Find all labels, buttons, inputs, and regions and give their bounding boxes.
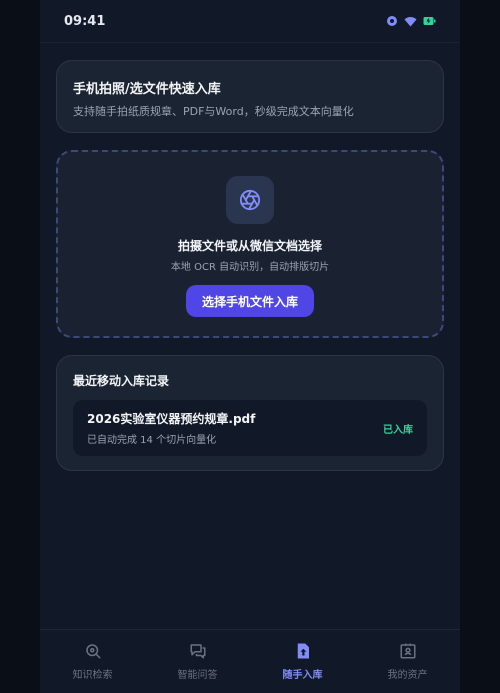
recent-records-card: 最近移动入库记录 2026实验室仪器预约规章.pdf 已自动完成 14 个切片向… (56, 355, 444, 471)
profile-card-icon (400, 643, 415, 659)
record-status-badge: 已入库 (383, 424, 413, 436)
nav-label: 智能问答 (177, 670, 218, 681)
intro-card: 手机拍照/选文件快速入库 支持随手拍纸质规章、PDF与Word，秒级完成文本向量… (56, 60, 444, 133)
upload-title: 拍摄文件或从微信文档选择 (177, 239, 322, 253)
battery-icon (423, 17, 436, 25)
camera-aperture-icon (239, 189, 261, 211)
main-content: 手机拍照/选文件快速入库 支持随手拍纸质规章、PDF与Word，秒级完成文本向量… (40, 43, 460, 471)
nav-item-smart-qa[interactable]: 智能问答 (145, 630, 250, 693)
intro-subtitle: 支持随手拍纸质规章、PDF与Word，秒级完成文本向量化 (73, 105, 354, 118)
search-icon (85, 644, 100, 659)
upload-subtitle: 本地 OCR 自动识别，自动排版切片 (170, 262, 330, 273)
nav-item-knowledge-search[interactable]: 知识检索 (40, 630, 145, 693)
phone-screen: 09:41 手机拍照/选文件快速入库 支持随手拍纸质规章、PDF与Word，秒级… (40, 0, 460, 693)
record-file-name: 2026实验室仪器预约规章.pdf (87, 412, 256, 426)
select-file-button[interactable]: 选择手机文件入库 (185, 285, 314, 317)
record-detail: 已自动完成 14 个切片向量化 (87, 435, 217, 446)
upload-dropzone[interactable]: 拍摄文件或从微信文档选择 本地 OCR 自动识别，自动排版切片 选择手机文件入库 (56, 150, 444, 338)
status-time: 09:41 (64, 13, 106, 29)
status-icons (386, 15, 436, 27)
nav-item-my-assets[interactable]: 我的资产 (355, 630, 460, 693)
nav-label: 知识检索 (72, 670, 113, 681)
record-list-item[interactable]: 2026实验室仪器预约规章.pdf 已自动完成 14 个切片向量化 已入库 (73, 400, 427, 456)
wifi-icon (404, 16, 417, 26)
bottom-navigation: 知识检索 智能问答 随手入库 我的资产 (40, 629, 460, 693)
status-bar: 09:41 (40, 0, 460, 43)
data-signal-icon (387, 16, 397, 26)
intro-title: 手机拍照/选文件快速入库 (73, 82, 221, 97)
nav-label: 随手入库 (282, 670, 323, 681)
chat-icon (190, 644, 205, 659)
nav-label: 我的资产 (387, 670, 428, 681)
upload-file-icon (297, 643, 309, 659)
record-info: 2026实验室仪器预约规章.pdf 已自动完成 14 个切片向量化 (87, 410, 255, 446)
upload-icon-container (226, 176, 274, 224)
recent-records-title: 最近移动入库记录 (73, 374, 170, 388)
nav-item-quick-upload[interactable]: 随手入库 (250, 630, 355, 693)
